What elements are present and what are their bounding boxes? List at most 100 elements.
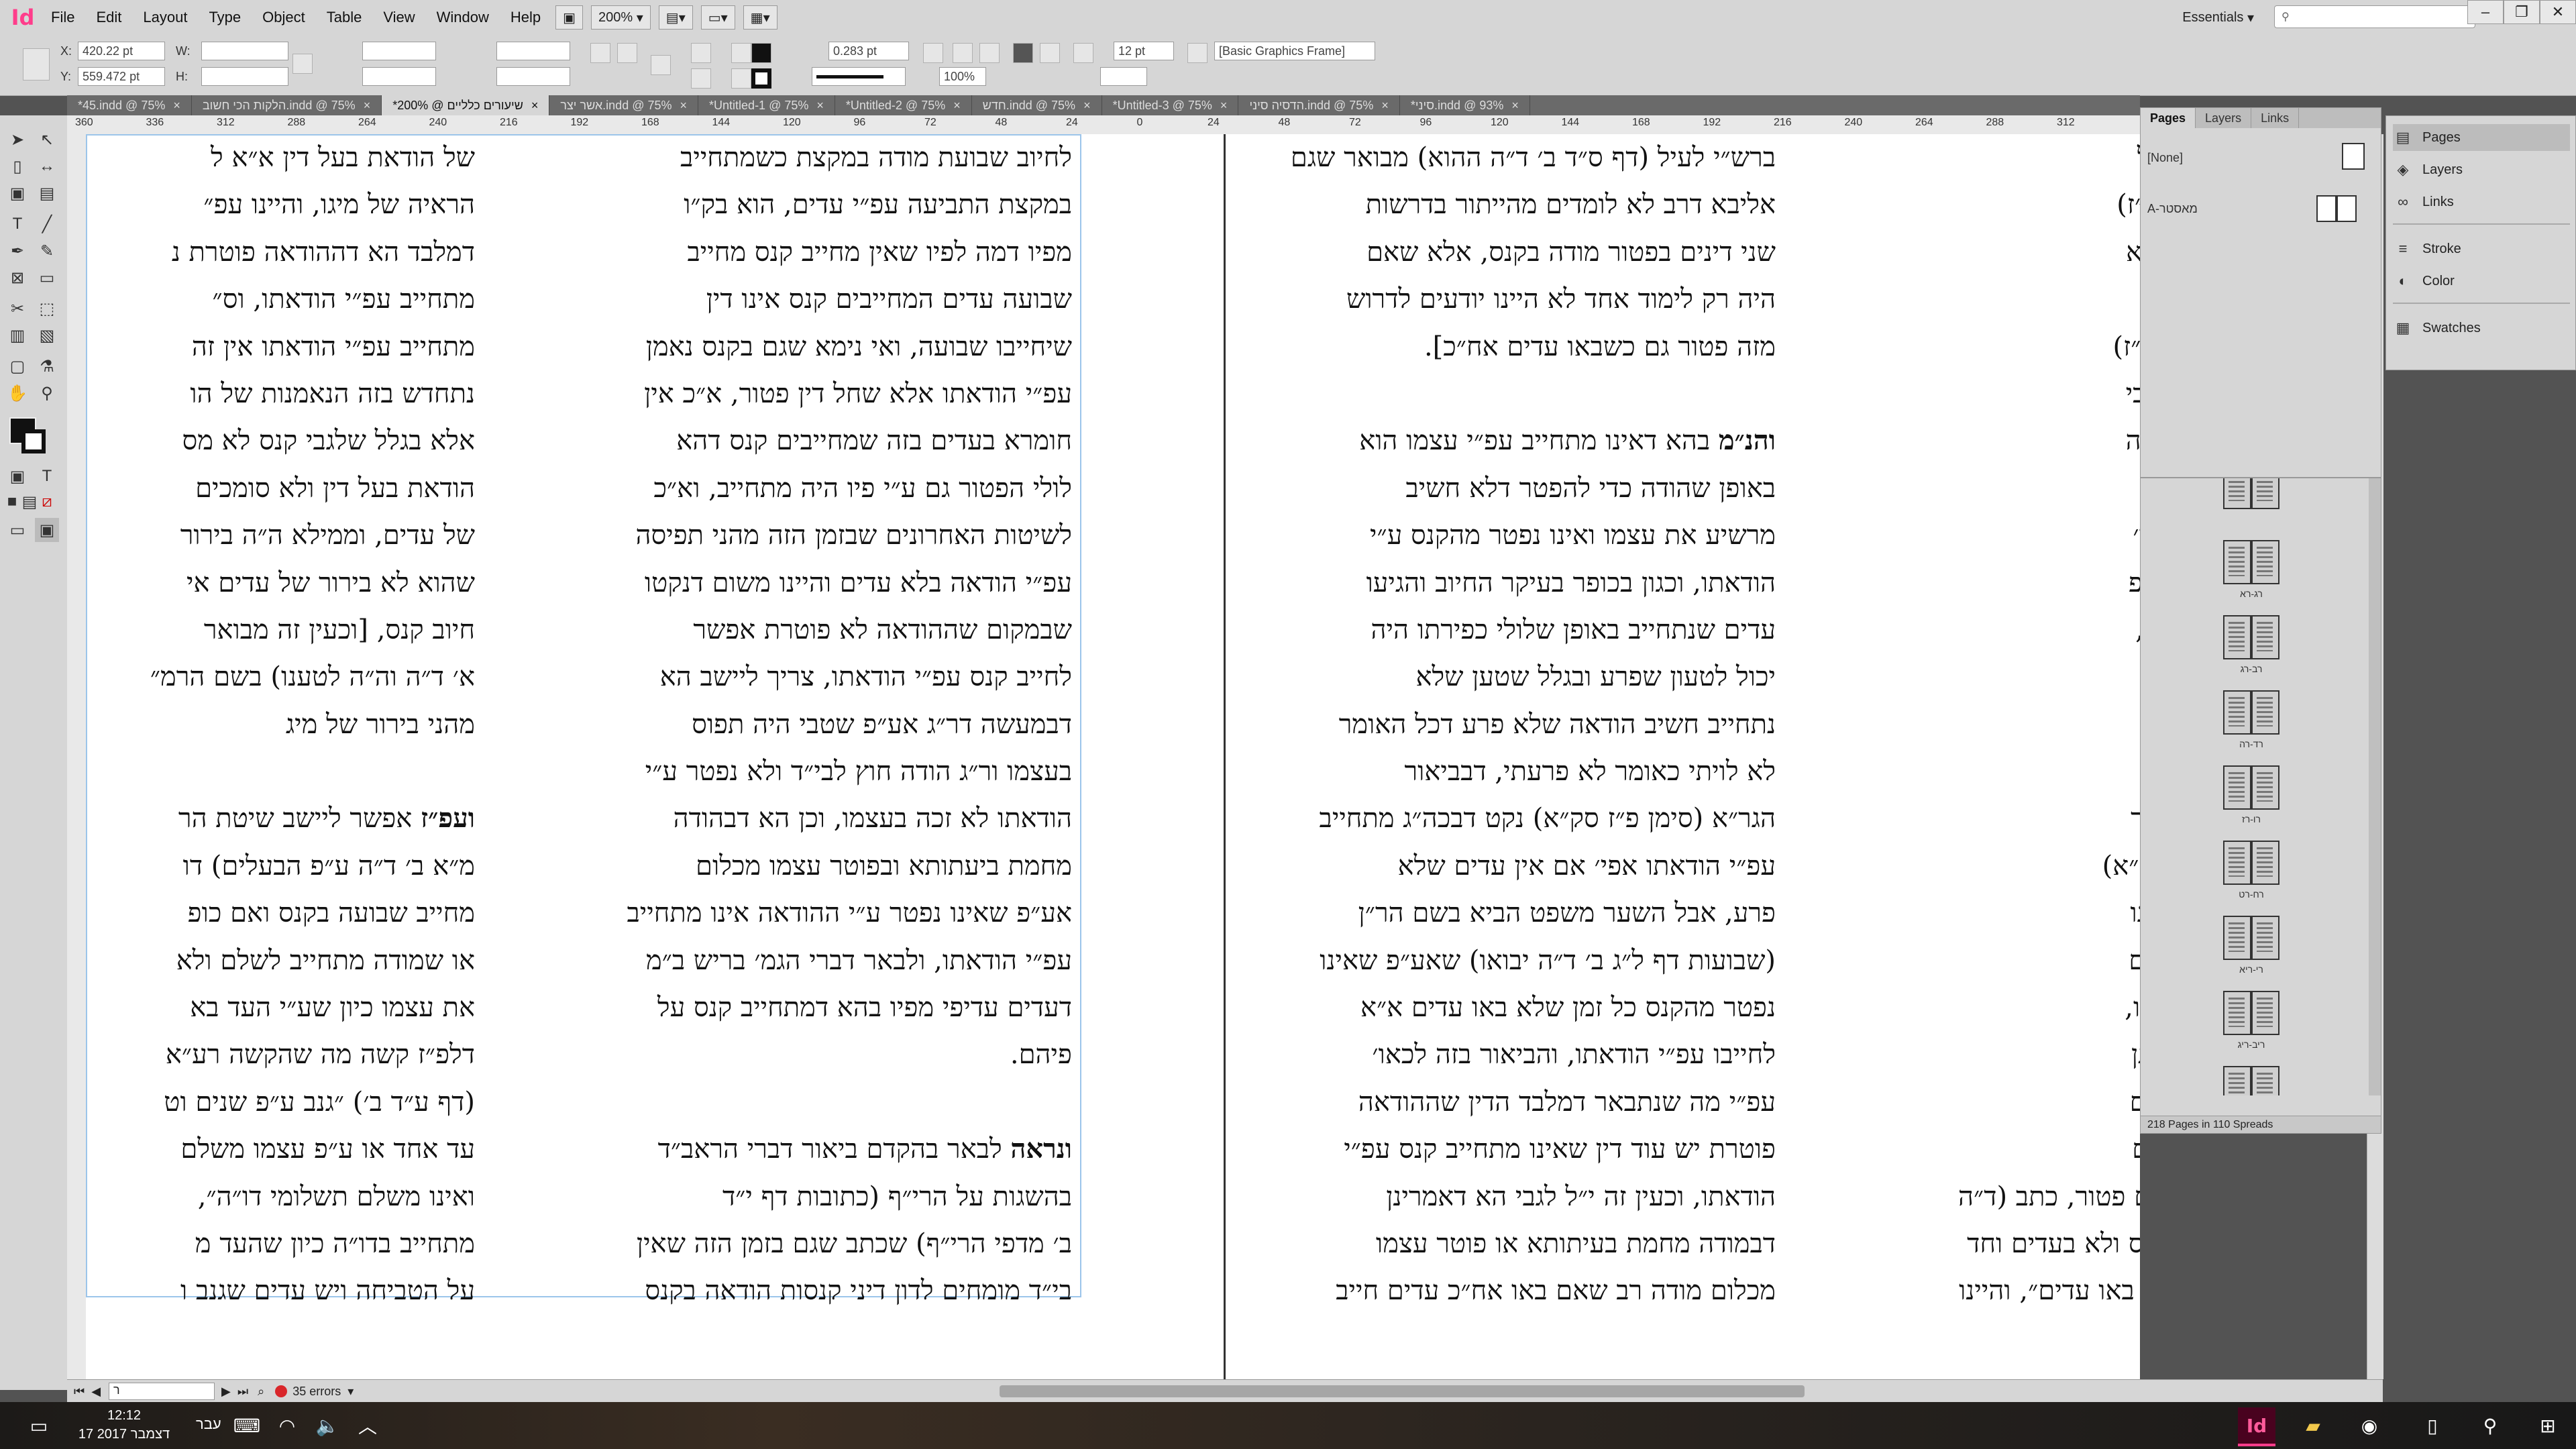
stroke-type-dropdown[interactable] (812, 67, 906, 86)
close-button[interactable]: ✕ (2540, 0, 2576, 24)
spread-thumbnail[interactable] (2221, 1066, 2282, 1095)
apply-none-icon[interactable]: ⧄ (38, 490, 56, 514)
apply-gradient-icon[interactable]: ▤ (20, 490, 39, 514)
chevron-down-icon[interactable]: ▾ (347, 1385, 354, 1399)
restore-button[interactable]: ❐ (2504, 0, 2540, 24)
page-thumbnail[interactable] (2251, 478, 2279, 509)
page-thumbnail[interactable] (2223, 615, 2251, 659)
master-a[interactable]: A-מאסטר (2147, 202, 2198, 216)
menu-file[interactable]: File (40, 9, 85, 26)
page-thumbnail[interactable] (2223, 991, 2251, 1035)
select-content-icon[interactable] (731, 68, 751, 89)
clock[interactable]: 12:12 17 דצמבר 2017 (74, 1406, 174, 1444)
line-tool-icon[interactable]: ╱ (35, 212, 59, 236)
horizontal-scrollbar-thumb[interactable] (1000, 1385, 1805, 1397)
stroke-weight-field[interactable]: 0.283 pt (828, 42, 909, 60)
free-transform-tool-icon[interactable]: ⬚ (35, 297, 59, 321)
close-icon[interactable]: × (1381, 99, 1389, 113)
next-page-icon[interactable]: ▶ (221, 1385, 231, 1399)
normal-view-icon[interactable]: ▭ (5, 518, 30, 542)
spread-thumbnail[interactable] (2221, 540, 2282, 587)
page-thumbnail[interactable] (2223, 1066, 2251, 1095)
menu-window[interactable]: Window (426, 9, 500, 26)
apply-color-icon[interactable]: ■ (3, 490, 21, 514)
page-thumbnail[interactable] (2251, 540, 2279, 584)
fill-stroke-swatch-icon[interactable] (7, 416, 54, 459)
view-options-button[interactable]: ▤▾ (658, 5, 693, 30)
gradient-swatch-tool-icon[interactable]: ▥ (5, 323, 30, 347)
text-wrap-icon[interactable] (1013, 43, 1033, 63)
content-placer-icon[interactable]: ▤ (35, 181, 59, 205)
file-explorer-icon[interactable]: ▰ (2294, 1407, 2332, 1444)
selection-tool-icon[interactable]: ➤ (5, 127, 30, 152)
close-icon[interactable]: × (173, 99, 180, 113)
page-number-field[interactable]: ר (109, 1383, 215, 1400)
page-thumbnail[interactable] (2223, 540, 2251, 584)
page-thumbnail[interactable] (2251, 991, 2279, 1035)
show-hidden-icons-icon[interactable]: ︿ (349, 1407, 386, 1444)
scissors-tool-icon[interactable]: ✂ (5, 297, 30, 321)
close-icon[interactable]: × (953, 99, 961, 113)
shear-field[interactable] (496, 67, 570, 86)
first-page-icon[interactable]: ⏮ (74, 1385, 85, 1399)
page-right[interactable]: ברש״י לעיל (דף ס״ד ב׳ ד״ה ההוא) מבואר שג… (1226, 134, 2140, 1379)
taskbar-indesign-icon[interactable]: Id (2238, 1407, 2275, 1446)
page-thumbnail[interactable] (2251, 841, 2279, 885)
notifications-icon[interactable]: ▭ (20, 1407, 58, 1444)
close-icon[interactable]: × (680, 99, 688, 113)
vertical-ruler[interactable] (67, 134, 87, 1379)
side-stroke[interactable]: ≡ Stroke (2393, 235, 2570, 262)
page-thumbnail[interactable] (2223, 478, 2251, 509)
page-thumbnail[interactable] (2223, 690, 2251, 735)
text-column-3[interactable]: ברש״י לעיל (דף ס״ד ב׳ ד״ה ההוא) מבואר שג… (1252, 134, 1776, 1342)
gradient-feather-tool-icon[interactable]: ▧ (35, 323, 59, 347)
fit-frame-icon[interactable] (953, 43, 973, 63)
tab-doc-2[interactable]: הלקות הכי חשוב.indd @ 75% × (192, 95, 382, 115)
formatting-text-icon[interactable]: T (35, 464, 59, 488)
opacity-field[interactable]: 100% (939, 67, 986, 86)
flip-vertical-icon[interactable] (691, 68, 711, 89)
rotation-field[interactable] (496, 42, 570, 60)
menu-layout[interactable]: Layout (132, 9, 198, 26)
master-a-right-thumb[interactable] (2337, 195, 2357, 222)
pen-tool-icon[interactable]: ✒ (5, 239, 30, 263)
menu-view[interactable]: View (372, 9, 425, 26)
spread-thumbnail[interactable] (2221, 841, 2282, 888)
tab-doc-3[interactable]: *שיעורים כלליים @ 200% × (382, 95, 550, 115)
side-color[interactable]: ◐ Color (2393, 268, 2570, 294)
tab-doc-10[interactable]: *סיני.indd @ 93% × (1400, 95, 1530, 115)
preview-mode-icon[interactable]: ▣ (35, 518, 59, 542)
text-column-2[interactable]: של הודאת בעל דין א״א ל הראיה של מיגו, והי… (86, 134, 475, 1342)
tab-doc-9[interactable]: הדסיה סיני.indd @ 75% × (1238, 95, 1400, 115)
direct-selection-tool-icon[interactable]: ↖ (35, 127, 59, 152)
tab-doc-5[interactable]: *Untitled-1 @ 75% × (698, 95, 835, 115)
master-none[interactable]: [None] (2147, 151, 2183, 165)
scale-x-field[interactable] (362, 42, 436, 60)
spread-thumbnail[interactable] (2221, 765, 2282, 812)
horizontal-ruler[interactable]: 360 336 312 288 264 240 216 192 168 144 120 96 72 48 2… (67, 115, 2140, 135)
rotate-cw-icon[interactable] (590, 43, 610, 63)
page-thumbnail[interactable] (2251, 765, 2279, 810)
search-input[interactable]: ⚲ (2274, 5, 2475, 28)
network-icon[interactable]: ◠ (268, 1407, 306, 1444)
scale-y-field[interactable] (362, 67, 436, 86)
page-tool-icon[interactable]: ▯ (5, 154, 30, 178)
page-thumbnail[interactable] (2251, 690, 2279, 735)
menu-help[interactable]: Help (500, 9, 551, 26)
screen-mode-button[interactable]: ▭▾ (700, 5, 735, 30)
tab-doc-4[interactable]: אשר יצר.indd @ 75% × (549, 95, 699, 115)
start-icon[interactable]: ⊞ (2529, 1407, 2567, 1444)
errors-count[interactable]: 35 errors (292, 1385, 341, 1399)
close-icon[interactable]: × (364, 99, 371, 113)
tab-doc-7[interactable]: חדש.indd @ 75% × (972, 95, 1102, 115)
zoom-dropdown[interactable]: 200% ▾ (591, 5, 651, 30)
fit-content-icon[interactable] (923, 43, 943, 63)
close-icon[interactable]: × (1083, 99, 1091, 113)
wrap-around-icon[interactable] (1040, 43, 1060, 63)
object-style-icon[interactable] (1187, 43, 1208, 63)
height-field[interactable] (201, 67, 288, 86)
fx-icon[interactable] (979, 43, 1000, 63)
stroke-swatch-icon[interactable] (751, 68, 771, 89)
spread-thumbnail[interactable] (2221, 615, 2282, 662)
lightning-icon[interactable] (2516, 51, 2536, 71)
